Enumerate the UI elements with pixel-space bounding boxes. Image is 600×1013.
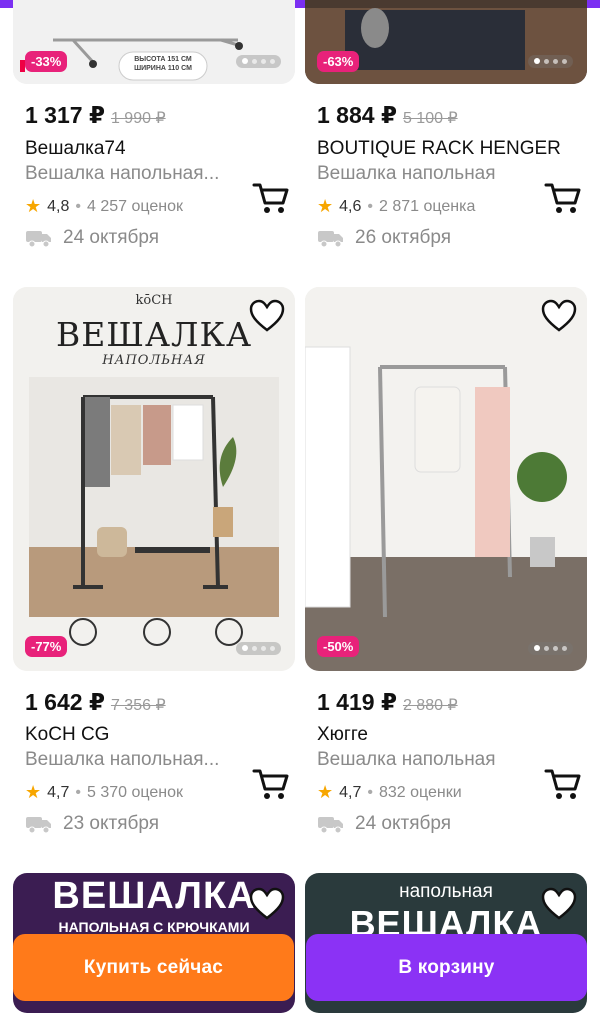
review-count: 832 оценки: [379, 783, 462, 801]
delivery-row: 26 октября: [317, 227, 451, 249]
product-description[interactable]: Вешалка напольная: [317, 749, 496, 771]
brand-name[interactable]: BOUTIQUE RACK HENGER: [317, 138, 561, 160]
product-image[interactable]: -50%: [305, 287, 587, 671]
cart-icon[interactable]: [543, 180, 583, 216]
image-pager-dots[interactable]: [528, 641, 573, 655]
rating-value: 4,7: [47, 783, 70, 801]
delivery-date: 24 октября: [355, 813, 452, 834]
price-row: 1 317 ₽ 1 990 ₽: [25, 102, 166, 129]
truck-icon: [26, 231, 51, 248]
heart-icon[interactable]: [249, 887, 285, 921]
review-count: 5 370 оценок: [87, 783, 183, 801]
brand-name[interactable]: Хюгге: [317, 724, 368, 746]
price: 1 884 ₽: [317, 102, 397, 128]
price-row: 1 419 ₽ 2 880 ₽: [317, 689, 458, 716]
star-icon: ★: [317, 196, 334, 216]
buy-now-button[interactable]: Купить сейчас: [13, 934, 294, 1001]
bottom-action-bar: Купить сейчас В корзину: [0, 930, 600, 1013]
brand-name[interactable]: KoCH CG: [25, 724, 109, 746]
delivery-row: 24 октября: [25, 227, 159, 249]
rating-value: 4,6: [339, 197, 362, 215]
star-icon: ★: [317, 782, 334, 802]
discount-badge: -63%: [317, 51, 360, 72]
old-price: 1 990 ₽: [110, 110, 166, 127]
old-price: 5 100 ₽: [402, 110, 458, 127]
review-count: 2 871 оценка: [379, 197, 476, 215]
product-image[interactable]: -63%: [305, 0, 587, 84]
delivery-date: 24 октября: [63, 227, 160, 248]
star-icon: ★: [25, 782, 42, 802]
product-card[interactable]: -50% 1 419 ₽ 2 880 ₽ Хюгге Вешалка напол…: [305, 287, 587, 834]
product-card[interactable]: kōCH ВЕШАЛКА НАПОЛЬНАЯ -77% 1 642 ₽ 7 35…: [13, 287, 295, 834]
delivery-date: 23 октября: [63, 813, 160, 834]
heart-icon[interactable]: [541, 299, 577, 333]
product-card[interactable]: ВЫСОТА 151 СМ ШИРИНА 110 СМ -33% 1 317 ₽…: [13, 0, 295, 248]
cart-icon[interactable]: [251, 180, 291, 216]
old-price: 2 880 ₽: [402, 697, 458, 714]
product-card[interactable]: -63% 1 884 ₽ 5 100 ₽ BOUTIQUE RACK HENGE…: [305, 0, 587, 248]
image-caption-height: ВЫСОТА 151 СМ: [134, 56, 192, 63]
price: 1 419 ₽: [317, 689, 397, 715]
product-grid-page: ВЫСОТА 151 СМ ШИРИНА 110 СМ -33% 1 317 ₽…: [0, 0, 600, 1013]
heart-icon[interactable]: [249, 299, 285, 333]
truck-icon: [318, 817, 343, 834]
product-description[interactable]: Вешалка напольная...: [25, 749, 219, 771]
rating-value: 4,7: [339, 783, 362, 801]
rating-value: 4,8: [47, 197, 70, 215]
review-count: 4 257 оценок: [87, 197, 183, 215]
add-to-cart-button[interactable]: В корзину: [306, 934, 587, 1001]
delivery-row: 23 октября: [25, 813, 159, 835]
rating-row: ★ 4,8 • 4 257 оценок: [25, 196, 183, 216]
product-description[interactable]: Вешалка напольная: [317, 163, 496, 185]
cart-icon[interactable]: [251, 766, 291, 802]
truck-icon: [318, 231, 343, 248]
product-photo: [305, 287, 587, 671]
star-icon: ★: [25, 196, 42, 216]
old-price: 7 356 ₽: [110, 697, 166, 714]
cart-icon[interactable]: [543, 766, 583, 802]
image-pager-dots[interactable]: [528, 54, 573, 68]
product-image[interactable]: ВЫСОТА 151 СМ ШИРИНА 110 СМ -33%: [13, 0, 295, 84]
rating-row: ★ 4,7 • 832 оценки: [317, 782, 462, 802]
rating-row: ★ 4,6 • 2 871 оценка: [317, 196, 476, 216]
delivery-date: 26 октября: [355, 227, 452, 248]
price: 1 317 ₽: [25, 102, 105, 128]
rating-row: ★ 4,7 • 5 370 оценок: [25, 782, 183, 802]
delivery-row: 24 октября: [317, 813, 451, 835]
image-pager-dots[interactable]: [236, 54, 281, 68]
brand-name[interactable]: Вешалка74: [25, 138, 126, 160]
heart-icon[interactable]: [541, 887, 577, 921]
discount-badge: -33%: [25, 51, 68, 72]
price-row: 1 884 ₽ 5 100 ₽: [317, 102, 458, 129]
discount-badge: -77%: [25, 636, 68, 657]
image-subtitle: НАПОЛЬНАЯ: [102, 353, 206, 368]
price-row: 1 642 ₽ 7 356 ₽: [25, 689, 166, 716]
image-pager-dots[interactable]: [236, 641, 281, 655]
discount-badge: -50%: [317, 636, 360, 657]
product-description[interactable]: Вешалка напольная...: [25, 163, 219, 185]
product-image[interactable]: kōCH ВЕШАЛКА НАПОЛЬНАЯ -77%: [13, 287, 295, 671]
image-caption-width: ШИРИНА 110 СМ: [134, 65, 192, 72]
price: 1 642 ₽: [25, 689, 105, 715]
truck-icon: [26, 817, 51, 834]
